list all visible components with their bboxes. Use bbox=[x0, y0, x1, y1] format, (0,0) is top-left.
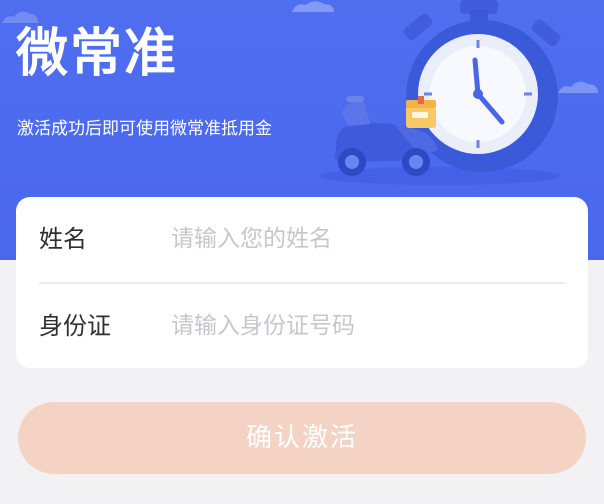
delivery-box-icon bbox=[406, 96, 436, 128]
confirm-activate-button[interactable]: 确认激活 bbox=[18, 402, 586, 474]
page-title: 微常准 bbox=[16, 24, 179, 84]
id-card-row: 身份证 bbox=[16, 284, 588, 369]
cloud-icon bbox=[2, 11, 38, 23]
illustration bbox=[320, 0, 561, 185]
name-row: 姓名 bbox=[16, 197, 588, 282]
name-label: 姓名 bbox=[39, 225, 87, 253]
id-card-label: 身份证 bbox=[39, 312, 111, 340]
page-subtitle: 激活成功后即可使用微常准抵用金 bbox=[17, 119, 272, 139]
identity-form-card: 姓名 身份证 bbox=[16, 197, 588, 368]
id-card-input[interactable] bbox=[171, 306, 561, 346]
name-input[interactable] bbox=[171, 219, 561, 259]
